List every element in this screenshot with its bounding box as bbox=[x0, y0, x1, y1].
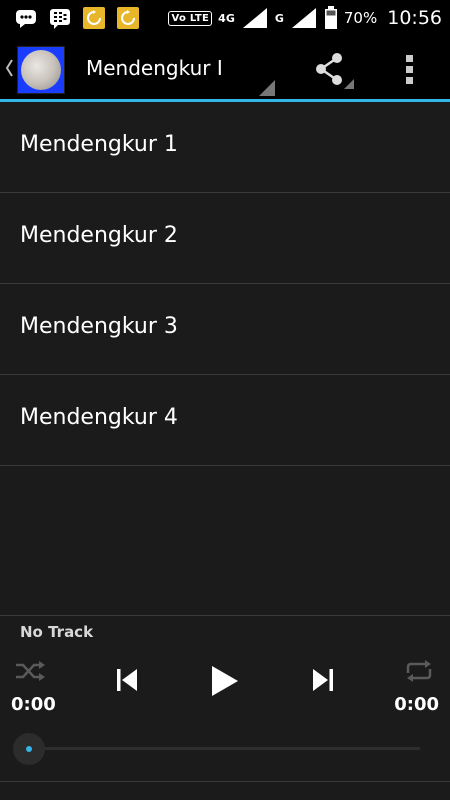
clock: 10:56 bbox=[387, 7, 442, 29]
notification-icons bbox=[14, 6, 140, 30]
list-item[interactable]: Mendengkur 3 bbox=[0, 284, 450, 375]
bottom-divider bbox=[0, 781, 450, 782]
status-bar: Vo LTE 4G G 70% 10:56 bbox=[0, 0, 450, 37]
now-playing-title: No Track bbox=[20, 623, 94, 641]
elapsed-time: 0:00 bbox=[11, 694, 56, 715]
avatar bbox=[21, 50, 61, 90]
seek-thumb[interactable] bbox=[13, 733, 45, 765]
seek-thumb-dot bbox=[26, 746, 32, 752]
list-item[interactable]: Mendengkur 1 bbox=[0, 102, 450, 193]
volte-indicator: Vo LTE bbox=[168, 10, 213, 26]
list-item-label: Mendengkur 4 bbox=[20, 405, 178, 430]
signal-strength-icon bbox=[242, 8, 267, 28]
bbm-chat-icon bbox=[16, 10, 36, 28]
screen: Vo LTE 4G G 70% 10:56 Mendengkur I Mende… bbox=[0, 0, 450, 800]
share-icon[interactable] bbox=[304, 49, 356, 93]
battery-icon bbox=[324, 6, 337, 29]
list-item-label: Mendengkur 1 bbox=[20, 132, 178, 157]
action-bar: Mendengkur I bbox=[0, 37, 450, 99]
seek-bar[interactable] bbox=[30, 747, 420, 750]
sync-icon bbox=[117, 7, 139, 29]
next-track-icon[interactable] bbox=[310, 666, 336, 694]
dropdown-indicator-icon[interactable] bbox=[259, 80, 275, 96]
page-title[interactable]: Mendengkur I bbox=[86, 56, 223, 80]
repeat-icon[interactable] bbox=[404, 659, 434, 683]
player-panel: No Track 0:00 0:00 bbox=[0, 615, 450, 800]
list-item-label: Mendengkur 3 bbox=[20, 314, 178, 339]
track-list: Mendengkur 1 Mendengkur 2 Mendengkur 3 M… bbox=[0, 102, 450, 466]
list-item-label: Mendengkur 2 bbox=[20, 223, 178, 248]
list-item[interactable]: Mendengkur 2 bbox=[0, 193, 450, 284]
play-icon[interactable] bbox=[208, 664, 240, 698]
shuffle-icon[interactable] bbox=[14, 660, 46, 682]
signal-strength-icon-secondary bbox=[291, 8, 316, 28]
app-avatar-icon[interactable] bbox=[17, 46, 65, 94]
system-status: Vo LTE 4G G 70% 10:56 bbox=[168, 6, 442, 30]
total-duration: 0:00 bbox=[394, 694, 439, 715]
network-type-label-secondary: G bbox=[274, 11, 284, 25]
list-item[interactable]: Mendengkur 4 bbox=[0, 375, 450, 466]
overflow-menu-icon[interactable] bbox=[396, 49, 424, 89]
blackberry-icon bbox=[50, 9, 70, 29]
network-type-label: 4G bbox=[218, 11, 235, 25]
back-chevron-icon[interactable] bbox=[4, 57, 14, 79]
previous-track-icon[interactable] bbox=[114, 666, 140, 694]
battery-percent: 70% bbox=[343, 9, 378, 27]
sync-icon bbox=[83, 7, 105, 29]
